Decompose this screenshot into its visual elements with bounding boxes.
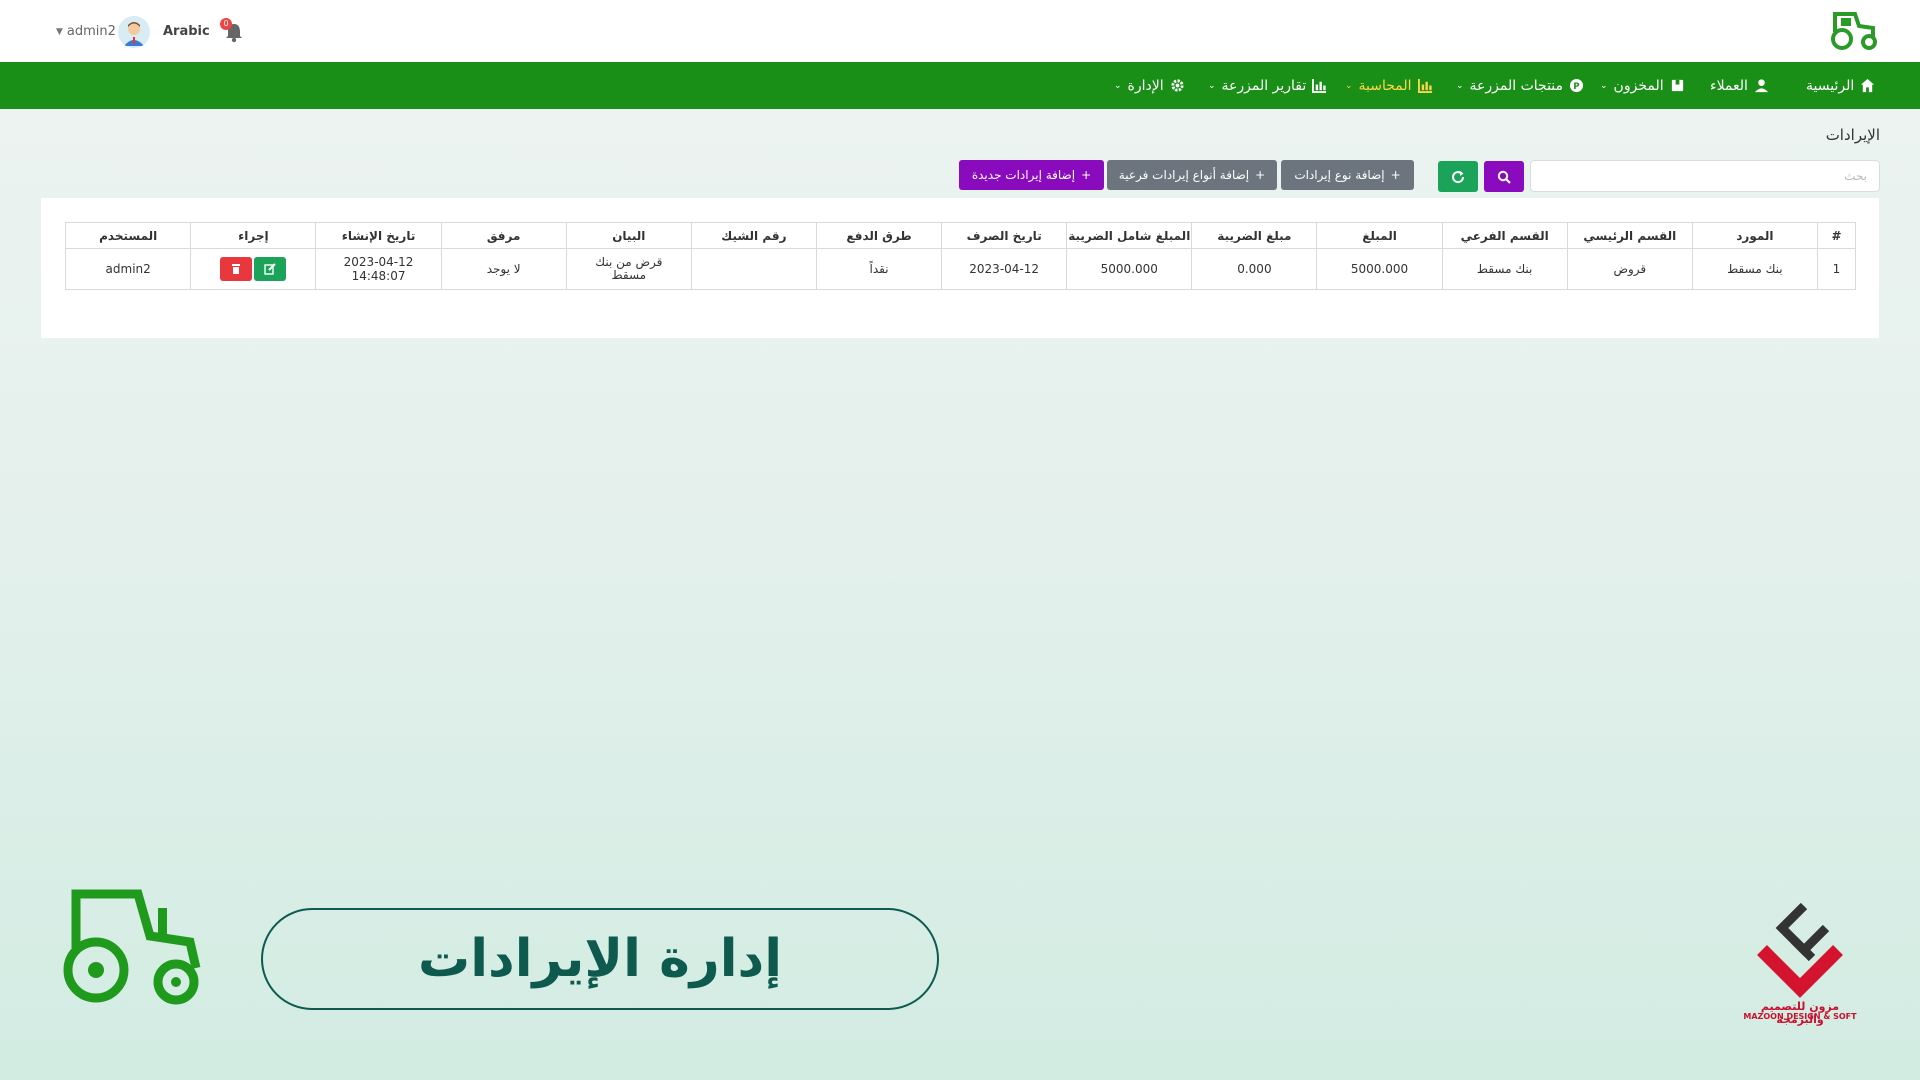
notification-badge: 0 — [220, 18, 232, 30]
page-title: الإيرادات — [1825, 126, 1880, 144]
nav-item-label: العملاء — [1710, 77, 1748, 94]
col-header[interactable]: طرق الدفع — [815, 222, 943, 249]
col-header[interactable]: تاريخ الصرف — [941, 222, 1068, 249]
add-new-revenue-button[interactable]: إضافة إيرادات جديدة + — [959, 160, 1104, 190]
top-bar: ▼ admin2 Arabic 0 — [0, 0, 1920, 62]
search-icon — [1497, 170, 1511, 184]
col-header[interactable]: مرفق — [440, 222, 567, 249]
add-new-revenue-label: إضافة إيرادات جديدة — [971, 168, 1076, 182]
cell-attachment: لا يوجد — [440, 248, 567, 290]
username-label: admin2 — [66, 24, 116, 39]
tractor-icon — [63, 889, 201, 1005]
nav-item-label: الإدارة — [1127, 77, 1164, 94]
tractor-illustration — [58, 886, 206, 1008]
main-nav: الرئيسية العملاء ⌄ المخزون ⌄ منتجات المز… — [0, 62, 1920, 109]
cell-created-at: 2023-04-12 14:48:07 — [315, 248, 442, 290]
row-actions — [220, 257, 287, 281]
revenues-card: # المورد القسم الرئيسي القسم الفرعي المب… — [41, 198, 1879, 338]
nav-item-label: منتجات المزرعة — [1469, 77, 1564, 94]
refresh-button[interactable] — [1438, 161, 1478, 192]
add-revenue-type-button[interactable]: إضافة نوع إيرادات + — [1281, 160, 1414, 190]
col-header[interactable]: القسم الفرعي — [1441, 222, 1568, 249]
cell-amount-incl-tax: 5000.000 — [1066, 248, 1193, 290]
refresh-icon — [1452, 170, 1465, 183]
cell-main-category: قروض — [1566, 248, 1693, 290]
svg-text:P: P — [1573, 81, 1579, 91]
chevron-down-icon: ⌄ — [1208, 80, 1216, 91]
cell-user: admin2 — [64, 248, 192, 290]
col-header[interactable]: البيان — [565, 222, 692, 249]
chart-icon — [1417, 78, 1432, 93]
col-header[interactable]: تاريخ الإنشاء — [315, 222, 442, 249]
nav-item-home[interactable]: الرئيسية — [1806, 62, 1875, 109]
col-header[interactable]: المبلغ — [1316, 222, 1443, 249]
col-header[interactable]: المورد — [1691, 222, 1818, 249]
edit-icon — [264, 263, 277, 275]
table-row: 1 بنك مسقط قروض بنك مسقط 5000.000 0.000 … — [64, 248, 1857, 290]
chevron-down-icon: ⌄ — [1600, 80, 1608, 91]
nav-item-farm-reports[interactable]: ⌄ تقارير المزرعة — [1208, 62, 1327, 109]
user-icon — [1754, 79, 1769, 93]
cell-supplier: بنك مسقط — [1691, 248, 1818, 290]
col-header[interactable]: # — [1816, 222, 1857, 249]
nav-item-accounting[interactable]: ⌄ المحاسبة — [1345, 62, 1433, 109]
search-input[interactable] — [1530, 160, 1880, 192]
col-header[interactable]: رقم الشيك — [690, 222, 817, 249]
language-switch[interactable]: Arabic — [163, 24, 210, 39]
nav-item-customers[interactable]: العملاء — [1710, 62, 1769, 109]
mazoon-logo-mark — [1757, 902, 1843, 998]
revenues-table: # المورد القسم الرئيسي القسم الفرعي المب… — [64, 222, 1857, 290]
add-revenue-subtypes-button[interactable]: إضافة أنواع إيرادات فرعية + — [1107, 160, 1277, 190]
chevron-down-icon: ⌄ — [1114, 80, 1122, 91]
gear-icon — [1171, 79, 1184, 92]
cell-payment-date: 2023-04-12 — [941, 248, 1068, 290]
edit-button[interactable] — [254, 257, 287, 281]
avatar[interactable] — [118, 16, 150, 48]
product-icon: P — [1569, 78, 1584, 93]
chevron-down-icon: ▼ — [56, 26, 63, 37]
delete-button[interactable] — [220, 257, 253, 281]
col-header[interactable]: المستخدم — [64, 222, 192, 249]
section-banner: إدارة الإيرادات — [261, 908, 939, 1010]
box-icon — [1671, 79, 1683, 92]
plus-icon: + — [1390, 168, 1401, 182]
nav-item-inventory[interactable]: ⌄ المخزون — [1600, 62, 1685, 109]
tractor-icon — [1831, 12, 1877, 50]
search-button[interactable] — [1484, 161, 1524, 192]
nav-item-farm-products[interactable]: ⌄ منتجات المزرعة P — [1456, 62, 1584, 109]
home-icon — [1861, 78, 1875, 93]
col-header[interactable]: القسم الرئيسي — [1566, 222, 1693, 249]
cell-check-number — [690, 248, 817, 290]
cell-description: قرض من بنك مسقط — [565, 248, 692, 290]
cell-payment-method: نقداً — [815, 248, 943, 290]
plus-icon: + — [1081, 168, 1092, 182]
user-menu[interactable]: ▼ admin2 — [56, 24, 116, 39]
cell-amount: 5000.000 — [1316, 248, 1443, 290]
cell-actions — [190, 248, 317, 290]
col-header[interactable]: المبلغ شامل الضريبة — [1066, 222, 1193, 249]
nav-item-label: المخزون — [1613, 77, 1664, 94]
plus-icon: + — [1255, 168, 1266, 182]
nav-item-label: المحاسبة — [1358, 77, 1412, 94]
col-header: إجراء — [190, 222, 317, 249]
cell-sub-category: بنك مسقط — [1441, 248, 1568, 290]
table-header-row: # المورد القسم الرئيسي القسم الفرعي المب… — [64, 222, 1857, 249]
chart-icon — [1312, 78, 1327, 93]
nav-item-label: الرئيسية — [1806, 77, 1855, 94]
nav-item-label: تقارير المزرعة — [1221, 77, 1307, 94]
chevron-down-icon: ⌄ — [1456, 80, 1464, 91]
add-revenue-subtypes-label: إضافة أنواع إيرادات فرعية — [1118, 168, 1250, 182]
tractor-logo[interactable] — [1825, 6, 1881, 52]
add-revenue-type-label: إضافة نوع إيرادات — [1294, 168, 1385, 182]
cell-tax-amount: 0.000 — [1191, 248, 1318, 290]
banner-title: إدارة الإيرادات — [417, 929, 783, 989]
notifications-button[interactable]: 0 — [220, 18, 248, 46]
brand-name-en: MAZOON DESIGN & SOFT — [1743, 1012, 1857, 1021]
chevron-down-icon: ⌄ — [1345, 80, 1353, 91]
cell-index: 1 — [1816, 248, 1857, 290]
trash-icon — [232, 264, 241, 274]
col-header[interactable]: مبلغ الضريبة — [1191, 222, 1318, 249]
nav-item-administration[interactable]: ⌄ الإدارة — [1114, 62, 1185, 109]
